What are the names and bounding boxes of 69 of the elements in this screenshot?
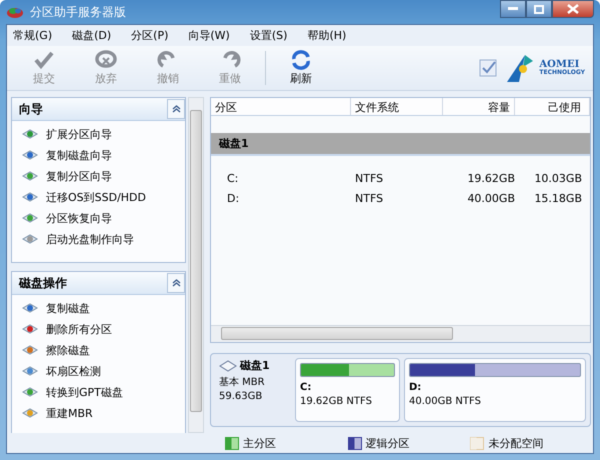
check-icon	[33, 50, 55, 70]
refresh-icon	[290, 50, 312, 70]
legend-label: 主分区	[243, 436, 276, 450]
sidebar-item[interactable]: 擦除磁盘	[22, 341, 90, 359]
menu-item[interactable]: 帮助(H)	[307, 28, 346, 43]
table-cell-text: NTFS	[354, 192, 384, 204]
column-header[interactable]: 己使用	[515, 98, 590, 115]
discard-icon	[95, 50, 117, 70]
partition-info: 40.00GB NTFS	[409, 396, 481, 407]
maximize-icon	[534, 4, 544, 14]
sidebar-item[interactable]: 重建MBR	[22, 404, 93, 422]
partition-letter: C:	[300, 382, 312, 393]
sidebar-item[interactable]: 复制磁盘	[22, 299, 90, 317]
disk-group-header: 磁盘1	[211, 133, 590, 156]
scrollbar[interactable]	[211, 325, 590, 342]
window-title: 分区助手服务器版	[30, 4, 126, 20]
brand-name: AOMEI	[539, 60, 580, 70]
chevron-icon	[172, 105, 180, 113]
partition-letter: D:	[409, 382, 422, 393]
legend-swatch-icon	[225, 436, 239, 450]
menu-item[interactable]: 磁盘(D)	[72, 28, 112, 43]
maximize-button[interactable]	[526, 0, 552, 18]
legend-label: 逻辑分区	[366, 436, 410, 450]
table-cell-text: C:	[226, 172, 240, 184]
partition-info: 19.62GB NTFS	[300, 396, 372, 407]
sidebar-item[interactable]: 坏扇区检测	[22, 362, 101, 380]
minimize-button[interactable]	[500, 0, 526, 18]
partition-block[interactable]: D: 40.00GB NTFS	[404, 358, 586, 422]
table-cell-text: 15.18GB	[533, 192, 583, 204]
collapse-button[interactable]	[167, 273, 185, 293]
sidebar-item[interactable]: 转换到GPT磁盘	[22, 383, 123, 401]
legend-label: 未分配空间	[488, 436, 544, 450]
legend-swatch-icon	[348, 436, 362, 450]
chevron-icon	[172, 279, 180, 287]
sidebar-item[interactable]: 迁移OS到SSD/HDD	[22, 188, 146, 206]
menu-item[interactable]: 常规(G)	[13, 28, 52, 43]
sidebar-item[interactable]: 复制分区向导	[22, 167, 112, 185]
panel-title: 向导	[18, 100, 44, 118]
scrollbar[interactable]	[188, 97, 204, 433]
minimize-icon	[508, 7, 518, 11]
table-cell-text: 19.62GB	[466, 172, 515, 184]
legend-swatch-icon	[470, 436, 484, 450]
sidebar-item[interactable]: 分区恢复向导	[22, 209, 112, 227]
app-icon	[6, 5, 24, 19]
sidebar-item[interactable]: 复制磁盘向导	[22, 146, 112, 164]
table-cell-text: 40.00GB	[466, 192, 515, 204]
collapse-button[interactable]	[167, 99, 185, 119]
table-cell-text: D:	[226, 192, 240, 204]
disk-name: 磁盘1	[240, 358, 270, 373]
panel-title: 磁盘操作	[18, 274, 68, 292]
close-button[interactable]	[552, 0, 594, 18]
column-header[interactable]: 容量	[443, 98, 515, 115]
toolbar-button[interactable]: 刷新	[272, 50, 330, 86]
partition-block[interactable]: C: 19.62GB NTFS	[295, 358, 400, 422]
disk-type: 基本 MBR	[219, 376, 266, 389]
menu-item[interactable]: 设置(S)	[250, 28, 288, 43]
sidebar-item[interactable]: 扩展分区向导	[22, 125, 112, 143]
sidebar-item[interactable]: 启动光盘制作向导	[22, 230, 134, 248]
menu-item[interactable]: 向导(W)	[188, 28, 230, 43]
logo-icon	[505, 53, 536, 83]
disk-size: 59.63GB	[219, 391, 264, 402]
sidebar-item[interactable]: 删除所有分区	[22, 320, 112, 338]
table-cell-text: NTFS	[354, 172, 384, 184]
column-header[interactable]: 分区	[211, 98, 351, 115]
checkbox-icon	[479, 59, 498, 77]
close-icon	[567, 4, 579, 14]
table-cell-text: 10.03GB	[533, 172, 583, 184]
column-header[interactable]: 文件系统	[351, 98, 443, 115]
menu-item[interactable]: 分区(P)	[131, 28, 168, 43]
